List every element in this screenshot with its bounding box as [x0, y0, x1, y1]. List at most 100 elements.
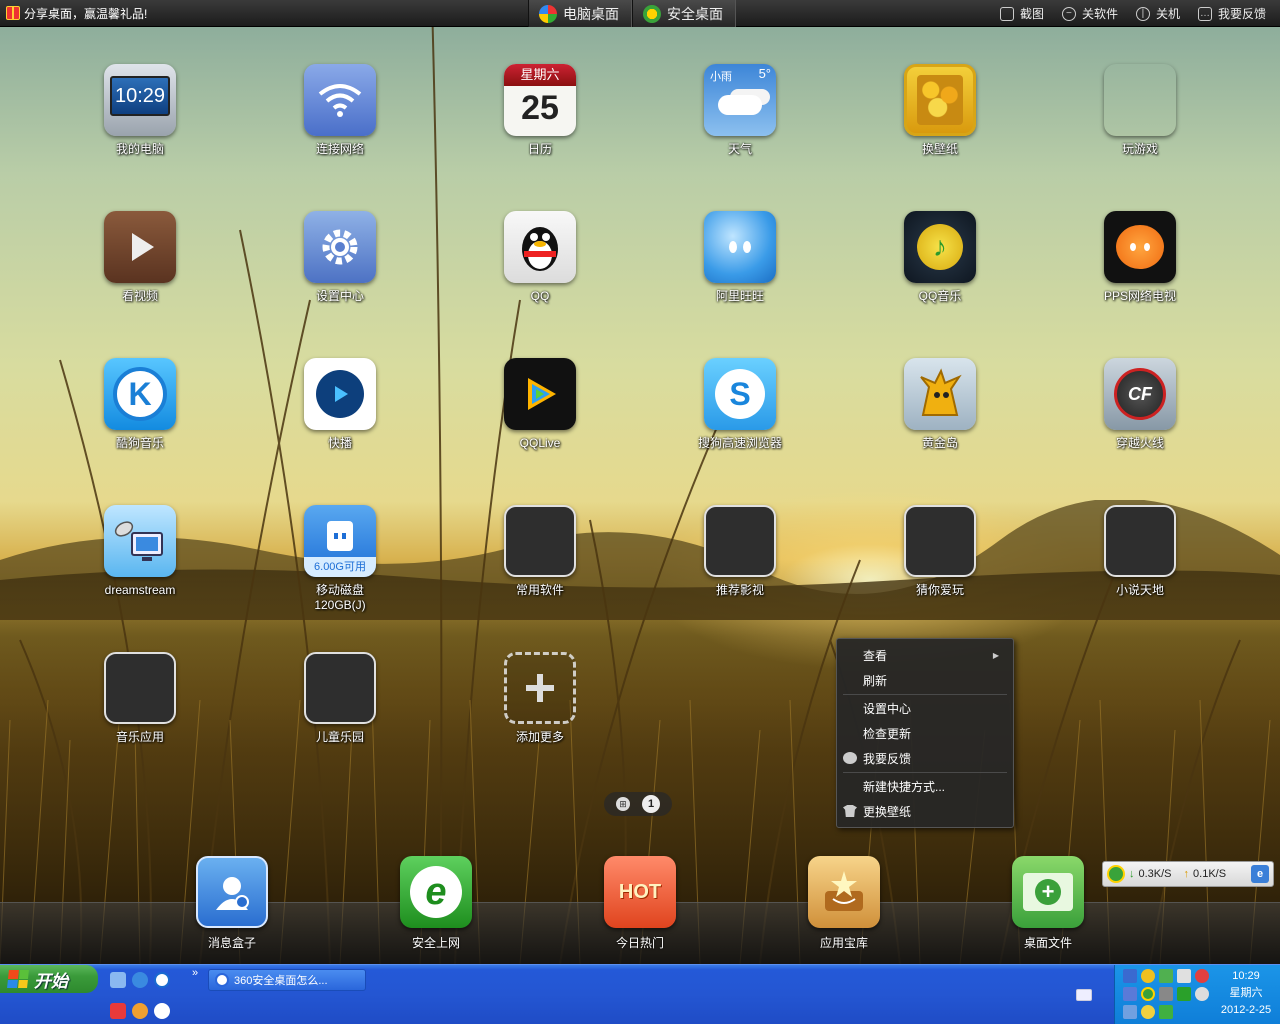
dock-label: 桌面文件 [1023, 936, 1072, 950]
start-button[interactable]: 开始 [0, 965, 98, 993]
network-speed-widget[interactable]: ↓ 0.3K/S ↑ 0.1K/S e [1102, 861, 1274, 887]
app-kugou-music[interactable]: K 酷狗音乐 [70, 358, 210, 451]
tray-display-icon[interactable] [1177, 969, 1191, 983]
tab-pc-desktop[interactable]: 电脑桌面 [528, 0, 632, 27]
ie-icon[interactable]: e [1251, 865, 1269, 883]
app-golden-island[interactable]: 黄金岛 [870, 358, 1010, 451]
app-qq-music[interactable]: ♪ QQ音乐 [870, 211, 1010, 304]
menu-item-view[interactable]: 查看 ▶ [837, 643, 1013, 668]
folder-music-apps[interactable]: 音乐应用 [70, 652, 210, 745]
app-dreamstream[interactable]: dreamstream [70, 505, 210, 598]
app-quicklaunch-icon[interactable] [110, 1003, 126, 1019]
app-pps-tv[interactable]: PPS网络电视 [1070, 211, 1210, 304]
dock-safe-browsing[interactable]: e 安全上网 [376, 856, 496, 951]
app-qq[interactable]: QQ [470, 211, 610, 304]
taskbar: 开始 » 360安全桌面怎么... 10:29 星期六 2012-2-25 [0, 964, 1280, 1024]
page-indicator: ⊞ 1 [604, 792, 672, 816]
app-connect-network[interactable]: 连接网络 [270, 64, 410, 157]
dock-today-hot[interactable]: HOT 今日热门 [580, 856, 700, 951]
tray-network-icon[interactable] [1123, 969, 1137, 983]
app-my-computer[interactable]: 10:29 我的电脑 [70, 64, 210, 157]
calendar-weekday: 星期六 [504, 64, 576, 86]
dock-desktop-files[interactable]: + 桌面文件 [988, 856, 1108, 951]
player-quicklaunch-icon[interactable] [154, 1003, 170, 1019]
menu-item-change-wallpaper[interactable]: 更换壁纸 [837, 799, 1013, 824]
tray-volume-icon[interactable] [1195, 987, 1209, 1001]
menu-item-label: 刷新 [863, 674, 888, 688]
quicklaunch-chevron-icon[interactable]: » [192, 967, 198, 979]
folder-icon [704, 505, 776, 577]
ie-quicklaunch-icon[interactable] [132, 972, 148, 988]
tray-misc-icon[interactable] [1123, 1005, 1137, 1019]
tray-360-icon[interactable] [1141, 987, 1155, 1001]
tray-wifi-icon[interactable] [1159, 987, 1173, 1001]
app-label: 看视频 [121, 289, 158, 303]
menu-separator [843, 694, 1007, 695]
menu-item-check-update[interactable]: 检查更新 [837, 721, 1013, 746]
screenshot-button[interactable]: 截图 [999, 5, 1044, 22]
chat-quicklaunch-icon[interactable] [132, 1003, 148, 1019]
sogou-quicklaunch-icon[interactable] [154, 972, 170, 988]
weather-condition: 小雨 [710, 71, 732, 83]
tray-signal-icon[interactable] [1159, 969, 1173, 983]
context-menu: 查看 ▶ 刷新 设置中心 检查更新 我要反馈 新建快捷方式... 更换壁纸 [836, 638, 1014, 828]
app-qqlive[interactable]: QQLive [470, 358, 610, 451]
sogou-browser-icon: S [704, 358, 776, 430]
weather-temp: 5° [758, 66, 771, 81]
monitor-clock-icon: 10:29 [104, 64, 176, 136]
folder-guess-you-like[interactable]: 猜你爱玩 [870, 505, 1010, 598]
app-qvod[interactable]: 快播 [270, 358, 410, 451]
tray-qq-icon[interactable] [1141, 969, 1155, 983]
keyboard-icon[interactable] [1076, 989, 1092, 1001]
taskbar-window-button[interactable]: 360安全桌面怎么... [208, 969, 366, 991]
tray-shield-icon[interactable] [1177, 987, 1191, 1001]
app-play-games[interactable]: 玩游戏 [1070, 64, 1210, 157]
menu-item-label: 设置中心 [863, 702, 912, 716]
app-removable-disk[interactable]: 6.00G可用 移动磁盘 120GB(J) [270, 505, 410, 613]
qq-penguin-icon [504, 211, 576, 283]
show-desktop-icon[interactable] [110, 972, 126, 988]
tray-app-icon[interactable] [1195, 969, 1209, 983]
screenshot-label: 截图 [1019, 7, 1044, 21]
taskbar-window-label: 360安全桌面怎么... [234, 975, 328, 987]
folder-novel-world[interactable]: 小说天地 [1070, 505, 1210, 598]
folder-kids-park[interactable]: 儿童乐园 [270, 652, 410, 745]
tray-misc3-icon[interactable] [1159, 1005, 1173, 1019]
wifi-icon [304, 64, 376, 136]
folder-recommended-videos[interactable]: 推荐影视 [670, 505, 810, 598]
feedback-button[interactable]: … 我要反馈 [1197, 5, 1266, 22]
app-watch-video[interactable]: 看视频 [70, 211, 210, 304]
app-change-wallpaper[interactable]: 换壁纸 [870, 64, 1010, 157]
hot-icon: HOT [604, 856, 676, 928]
shutdown-button[interactable]: | 关机 [1135, 5, 1180, 22]
close-software-button[interactable]: − 关软件 [1061, 5, 1118, 22]
app-calendar[interactable]: 星期六 25 日历 [470, 64, 610, 157]
satellite-pc-icon [104, 505, 176, 577]
app-crossfire[interactable]: CF 穿越火线 [1070, 358, 1210, 451]
folder-icon [904, 505, 976, 577]
tray-monitor-icon[interactable] [1123, 987, 1137, 1001]
app-sogou-browser[interactable]: S 搜狗高速浏览器 [670, 358, 810, 451]
menu-item-feedback[interactable]: 我要反馈 [837, 746, 1013, 771]
app-aliwangwang[interactable]: 阿里旺旺 [670, 211, 810, 304]
chat-icon [843, 752, 857, 764]
menu-item-refresh[interactable]: 刷新 [837, 668, 1013, 693]
menu-item-new-shortcut[interactable]: 新建快捷方式... [837, 774, 1013, 799]
folder-common-software[interactable]: 常用软件 [470, 505, 610, 598]
page-1-dot[interactable]: 1 [642, 795, 660, 813]
app-label: 穿越火线 [1115, 436, 1164, 450]
app-label: 换壁纸 [921, 142, 958, 156]
disk-free-badge: 6.00G可用 [304, 557, 376, 577]
dock-app-treasure[interactable]: 应用宝库 [784, 856, 904, 951]
windows-page-icon[interactable]: ⊞ [616, 797, 630, 811]
share-desktop-link[interactable]: 分享桌面，赢温馨礼品! [0, 5, 520, 22]
app-weather[interactable]: 小雨 5° 天气 [670, 64, 810, 157]
app-label: 音乐应用 [115, 730, 164, 744]
tab-safe-desktop[interactable]: 安全桌面 [632, 0, 736, 27]
taskbar-clock[interactable]: 10:29 星期六 2012-2-25 [1213, 968, 1279, 1019]
app-settings-center[interactable]: 设置中心 [270, 211, 410, 304]
add-more-button[interactable]: 添加更多 [470, 652, 610, 745]
dock-message-box[interactable]: 消息盒子 [172, 856, 292, 951]
tray-misc2-icon[interactable] [1141, 1005, 1155, 1019]
menu-item-settings-center[interactable]: 设置中心 [837, 696, 1013, 721]
